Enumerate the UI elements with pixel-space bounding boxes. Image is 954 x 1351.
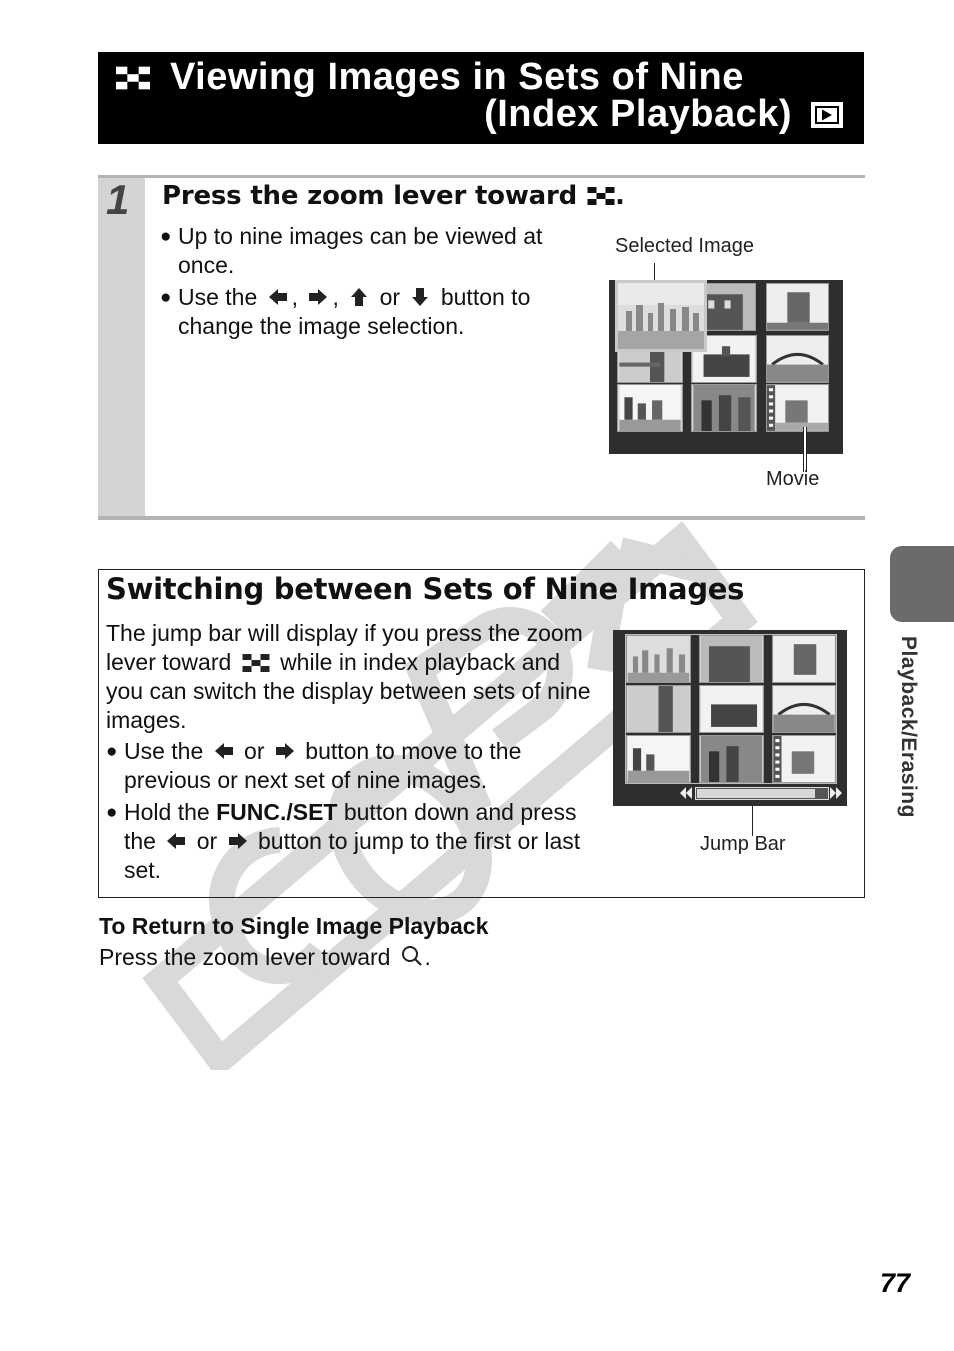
- index-icon: [242, 654, 270, 672]
- bullet-text: Use the: [178, 284, 258, 310]
- chapter-label: Playback/Erasing: [897, 636, 920, 818]
- header-title-line2: (Index Playback): [484, 93, 844, 136]
- jump-bar-fill: [697, 789, 815, 798]
- selected-image-label: Selected Image: [615, 235, 754, 257]
- left-arrow-icon: [268, 289, 287, 305]
- index-icon: [587, 187, 615, 205]
- return-text-end: .: [424, 944, 431, 970]
- bullet-text: Hold the: [124, 799, 210, 825]
- step-bullets: Up to nine images can be viewed at once.…: [160, 222, 590, 344]
- movie-leader: [803, 427, 807, 472]
- jump-first-icon[interactable]: [679, 786, 693, 800]
- magnify-icon: [402, 946, 423, 966]
- bullet-text: Use the: [124, 738, 204, 764]
- thumbnail: [626, 735, 691, 783]
- right-arrow-icon: [228, 833, 247, 849]
- jump-bar-screen-figure: [613, 630, 847, 806]
- step-title: Press the zoom lever toward .: [162, 181, 625, 211]
- section-bullet-2: Hold the FUNC./SET button down and press…: [106, 798, 606, 885]
- step-bullet-1: Up to nine images can be viewed at once.: [160, 222, 590, 280]
- index-icon: [116, 66, 150, 89]
- return-heading: To Return to Single Image Playback: [99, 913, 489, 939]
- section-bullets: Use the or button to move to the previou…: [106, 737, 606, 888]
- header-title-text2: (Index Playback): [484, 93, 792, 135]
- jump-bar[interactable]: [695, 787, 829, 800]
- thumbnail: [691, 384, 757, 432]
- func-set-label: FUNC./SET: [216, 799, 338, 825]
- bullet-sep: ,: [291, 284, 299, 310]
- page-header: Viewing Images in Sets of Nine (Index Pl…: [98, 52, 864, 144]
- thumbnail: [699, 685, 764, 733]
- bullet-text: button to jump to the first or last set.: [124, 828, 581, 883]
- up-arrow-icon: [351, 288, 368, 306]
- left-arrow-icon: [214, 743, 233, 759]
- thumbnail: [699, 735, 764, 783]
- index-screen-figure: [609, 280, 843, 454]
- playback-mode-icon: [811, 101, 843, 128]
- step-bullet-2: Use the , , or button to change the imag…: [160, 283, 590, 341]
- thumbnail: [766, 283, 829, 331]
- section-paragraph: The jump bar will display if you press t…: [106, 619, 596, 735]
- jump-bar-label: Jump Bar: [700, 833, 786, 855]
- right-arrow-icon: [309, 289, 328, 305]
- bullet-or: or: [379, 284, 401, 310]
- step-number: 1: [106, 176, 130, 223]
- thumbnail: [617, 384, 683, 432]
- step-top-rule: [98, 175, 865, 178]
- section-bullet-1: Use the or button to move to the previou…: [106, 737, 606, 795]
- movie-thumbnail: [766, 384, 829, 432]
- selected-thumbnail[interactable]: [615, 280, 707, 352]
- bullet-sep: ,: [332, 284, 339, 310]
- down-arrow-icon: [412, 288, 429, 306]
- page-number: 77: [880, 1268, 911, 1298]
- thumbnail: [766, 335, 829, 383]
- thumbnail: [772, 635, 836, 683]
- step-number-column: 1: [98, 176, 145, 516]
- step-title-end: .: [615, 181, 625, 211]
- thumbnail: [772, 685, 836, 733]
- jump-bar-leader: [752, 806, 753, 836]
- jump-last-icon[interactable]: [829, 786, 843, 800]
- step-1: 1 Press the zoom lever toward . Up to ni…: [98, 175, 865, 520]
- switching-sets-section: Switching between Sets of Nine Images Th…: [98, 569, 865, 898]
- step-bottom-rule: [98, 516, 865, 520]
- return-text: Press the zoom lever toward.: [99, 944, 431, 971]
- right-arrow-icon: [275, 743, 294, 759]
- return-text-body: Press the zoom lever toward: [99, 944, 391, 970]
- section-title: Switching between Sets of Nine Images: [106, 572, 745, 606]
- step-title-text: Press the zoom lever toward: [162, 181, 578, 211]
- bullet-or: or: [196, 828, 218, 854]
- movie-label: Movie: [766, 468, 820, 490]
- thumbnail: [626, 685, 691, 733]
- movie-thumbnail: [772, 735, 836, 783]
- thumbnail: [699, 635, 764, 683]
- thumbnail: [626, 635, 691, 683]
- chapter-tab: [890, 546, 954, 622]
- left-arrow-icon: [167, 833, 186, 849]
- bullet-or: or: [244, 738, 265, 764]
